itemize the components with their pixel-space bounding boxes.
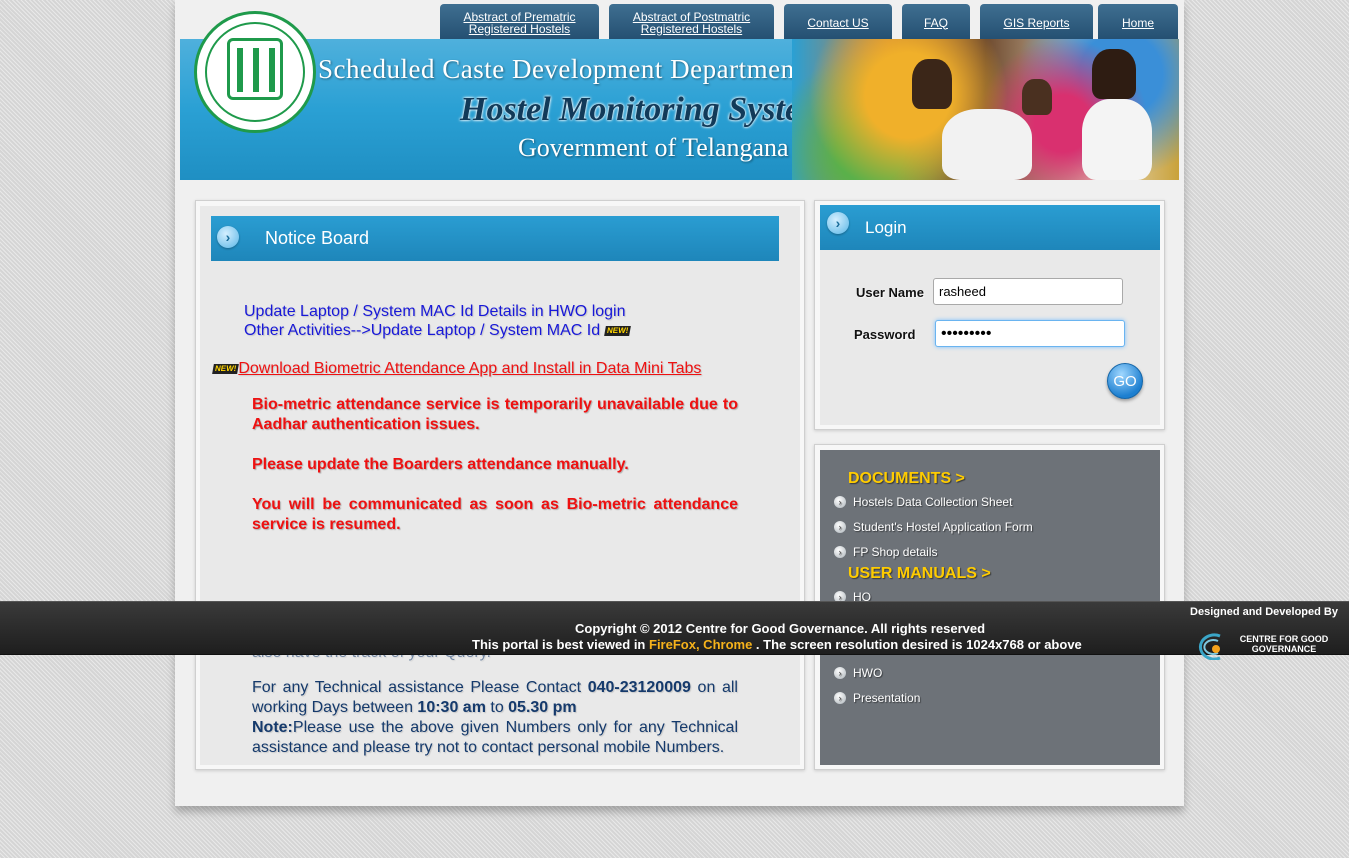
doc-label: FP Shop details	[853, 545, 938, 559]
note-label: Note:	[252, 719, 293, 736]
header-banner: Scheduled Caste Development Department H…	[180, 39, 1179, 180]
password-label: Password	[854, 327, 916, 342]
footer-bar: Copyright © 2012 Centre for Good Governa…	[0, 601, 1349, 660]
nav-label: FAQ	[923, 15, 948, 30]
doc-student-hostel-application-form[interactable]: › Student's Hostel Application Form	[834, 520, 1033, 534]
user-manuals-title: USER MANUALS >	[848, 565, 991, 582]
bullet-arrow-icon: ›	[834, 521, 846, 533]
bullet-arrow-icon: ›	[834, 546, 846, 558]
footer-copyright: Copyright © 2012 Centre for Good Governa…	[575, 621, 986, 636]
nav-label: GIS Reports	[1003, 15, 1070, 30]
nav-prematric-abstract[interactable]: Abstract of Prematric Registered Hostels	[440, 4, 599, 41]
tech-hours-from: 10:30 am	[417, 699, 486, 716]
manual-label: Presentation	[853, 691, 921, 705]
new-badge-icon: NEW!	[212, 363, 240, 374]
login-title: Login	[865, 217, 907, 237]
manual-hwo[interactable]: › HWO	[834, 666, 882, 680]
nav-label: Registered Hostels	[640, 21, 743, 36]
tech-hours-to: 05.30 pm	[508, 699, 577, 716]
doc-label: Student's Hostel Application Form	[853, 520, 1033, 534]
documents-title: DOCUMENTS >	[848, 470, 965, 487]
notice-download-row: NEW!Download Biometric Attendance App an…	[212, 360, 701, 378]
footer-text: This portal is best viewed in	[472, 637, 649, 652]
nav-gis-reports[interactable]: GIS Reports	[980, 4, 1093, 41]
tech-phone-number: 040-23120009	[587, 679, 691, 696]
tech-contact-text: to	[485, 699, 509, 716]
cgg-logo-text: CENTRE FOR GOOD GOVERNANCE	[1239, 634, 1329, 654]
chevron-right-icon: ›	[827, 212, 849, 234]
doc-label: Hostels Data Collection Sheet	[853, 495, 1013, 509]
notice-update-manually: Please update the Boarders attendance ma…	[252, 456, 629, 473]
doc-hostels-data-collection-sheet[interactable]: › Hostels Data Collection Sheet	[834, 495, 1012, 509]
telangana-emblem-logo	[194, 11, 316, 133]
notice-mac-update-line2: Other Activities-->Update Laptop / Syste…	[244, 322, 631, 340]
nav-label: Contact US	[807, 15, 869, 30]
note-text: Please use the above given Numbers only …	[252, 719, 738, 756]
cgg-logo-icon	[1198, 633, 1221, 660]
username-input[interactable]	[933, 278, 1123, 305]
password-input[interactable]	[935, 320, 1125, 347]
notice-mac-update-line1: Update Laptop / System MAC Id Details in…	[244, 303, 626, 320]
nav-contact-us[interactable]: Contact US	[784, 4, 892, 41]
nav-label: Home	[1121, 15, 1154, 30]
notice-biometric-unavailable: Bio-metric attendance service is tempora…	[252, 396, 738, 433]
footer-browsers: FireFox, Chrome	[649, 637, 753, 652]
notice-mac-update-text: Other Activities-->Update Laptop / Syste…	[244, 322, 601, 339]
nav-home[interactable]: Home	[1098, 4, 1178, 41]
login-header: › Login	[820, 205, 1160, 250]
bullet-arrow-icon: ›	[834, 667, 846, 679]
go-login-button[interactable]: GO	[1107, 363, 1143, 399]
username-label: User Name	[856, 285, 924, 300]
banner-system-title: Hostel Monitoring System	[460, 91, 827, 128]
nav-label: Registered Hostels	[468, 21, 571, 36]
banner-department-title: Scheduled Caste Development Department	[318, 54, 803, 84]
manual-label: HWO	[853, 666, 883, 680]
notice-will-communicate: You will be communicated as soon as Bio-…	[252, 496, 738, 533]
bullet-arrow-icon: ›	[834, 692, 846, 704]
nav-postmatric-abstract[interactable]: Abstract of Postmatric Registered Hostels	[609, 4, 774, 41]
notice-board-title: Notice Board	[265, 228, 370, 248]
chevron-right-icon: ›	[217, 226, 239, 248]
banner-government-title: Government of Telangana	[518, 133, 789, 162]
notice-board-header: › Notice Board	[211, 216, 779, 261]
doc-fp-shop-details[interactable]: › FP Shop details	[834, 545, 938, 559]
manual-presentation[interactable]: › Presentation	[834, 691, 920, 705]
banner-children-photo	[792, 39, 1179, 180]
nav-faq[interactable]: FAQ	[902, 4, 970, 41]
footer-best-viewed: This portal is best viewed in FireFox, C…	[472, 637, 1082, 652]
notice-technical-contact: For any Technical assistance Please Cont…	[252, 678, 738, 718]
notice-note: Note:Please use the above given Numbers …	[252, 718, 738, 758]
footer-designed-by: Designed and Developed By	[1190, 606, 1338, 618]
new-badge-icon: NEW!	[603, 325, 631, 336]
download-biometric-app-link[interactable]: Download Biometric Attendance App and In…	[238, 360, 701, 377]
bullet-arrow-icon: ›	[834, 496, 846, 508]
tech-contact-text: For any Technical assistance Please Cont…	[252, 679, 588, 696]
footer-text: . The screen resolution desired is 1024x…	[752, 637, 1082, 652]
